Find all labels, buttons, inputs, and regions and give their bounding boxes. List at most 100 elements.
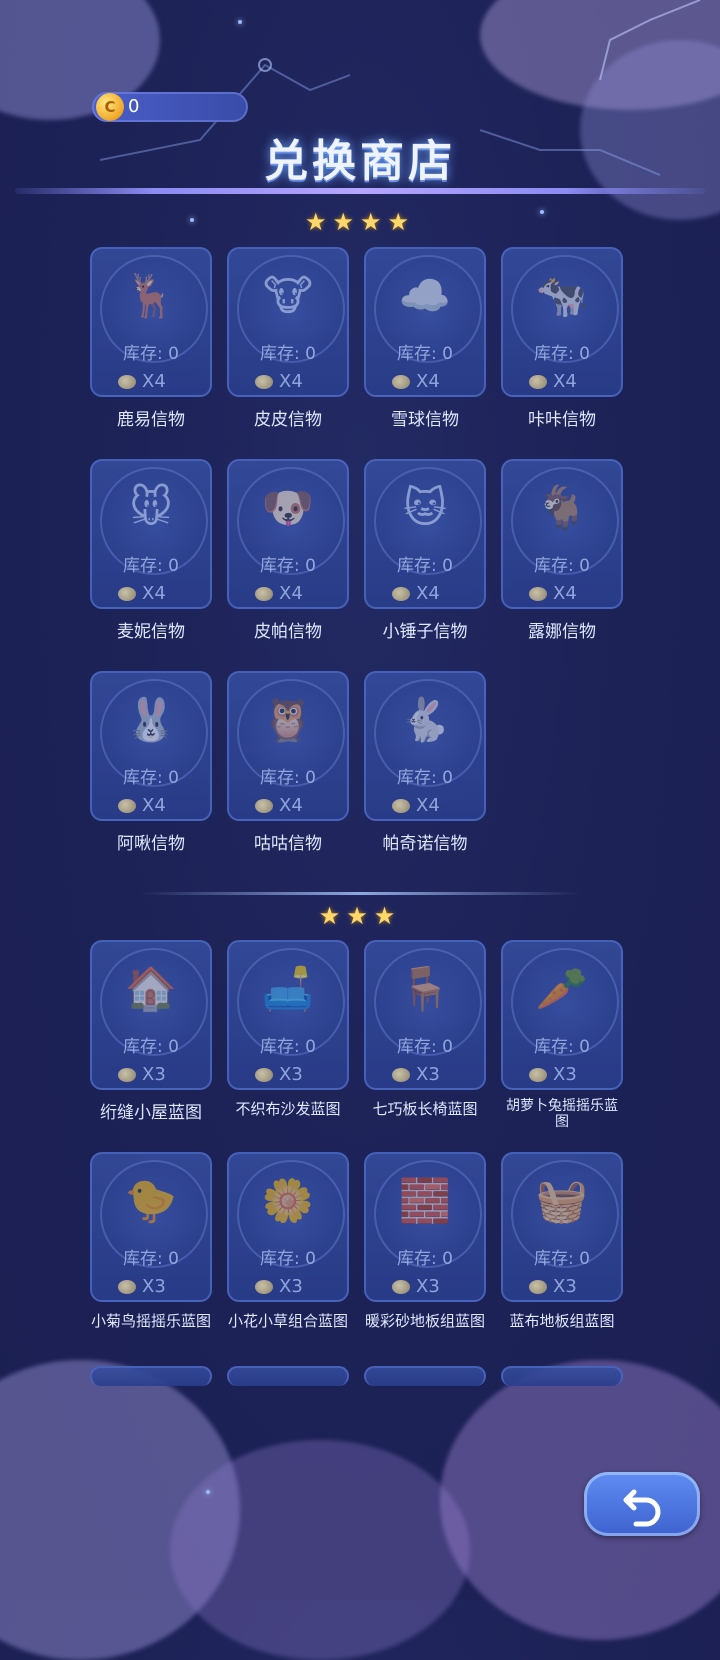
item-art-icon: ☁️ <box>398 271 452 320</box>
item-name: 蓝布地板组蓝图 <box>509 1312 615 1330</box>
item-card[interactable]: 🧺 库存: 0 X3 <box>501 1152 623 1302</box>
item-name: 雪球信物 <box>391 410 459 430</box>
item-cost: X4 <box>118 795 166 816</box>
item-card[interactable]: 🐶 库存: 0 X4 <box>227 459 349 609</box>
item-card[interactable]: 🐱 库存: 0 X4 <box>364 459 486 609</box>
item-art-icon: 🧺 <box>535 1176 589 1225</box>
item-card[interactable]: 🧱 库存: 0 X3 <box>364 1152 486 1302</box>
item-cost: X4 <box>392 371 440 392</box>
item-name: 不织布沙发蓝图 <box>235 1100 341 1118</box>
item-name: 胡萝卜兔摇摇乐蓝图 <box>506 1098 618 1130</box>
medal-icon <box>255 799 273 813</box>
item-stock: 库存: 0 <box>260 768 316 788</box>
item-card[interactable]: 🐭 库存: 0 X4 <box>90 459 212 609</box>
item-cost-value: X3 <box>416 1064 440 1085</box>
medal-icon <box>118 1068 136 1082</box>
item-name: 帕奇诺信物 <box>382 834 468 854</box>
item-card[interactable]: 🌼 库存: 0 X3 <box>227 1152 349 1302</box>
item-cost-value: X4 <box>142 795 166 816</box>
item-card[interactable]: 🐄 库存: 0 X4 <box>501 247 623 397</box>
section-divider <box>140 892 580 895</box>
item-cost: X3 <box>392 1276 440 1297</box>
medal-icon <box>529 587 547 601</box>
item-name: 麦妮信物 <box>117 622 185 642</box>
item-art-icon: 🛋️ <box>261 964 315 1013</box>
item-stock: 库存: 0 <box>534 1037 590 1057</box>
item-cost-value: X4 <box>279 795 303 816</box>
item-cost-value: X4 <box>279 371 303 392</box>
item-card[interactable]: 🐮 库存: 0 X4 <box>227 247 349 397</box>
item-card[interactable]: 🥕 库存: 0 X3 <box>501 940 623 1090</box>
item-art-icon: 🧱 <box>398 1176 452 1225</box>
item-art-icon: 🦌 <box>124 271 178 320</box>
item-art-icon: 🐤 <box>124 1176 178 1225</box>
item-name: 七巧板长椅蓝图 <box>372 1100 478 1118</box>
item-cost: X4 <box>255 583 303 604</box>
item-name: 小锤子信物 <box>382 622 468 642</box>
item-name: 小菊鸟摇摇乐蓝图 <box>90 1312 211 1330</box>
item-card[interactable]: 🐤 库存: 0 X3 <box>90 1152 212 1302</box>
item-stock: 库存: 0 <box>123 1037 179 1057</box>
item-art-icon: 🐇 <box>398 695 452 744</box>
item-stock: 库存: 0 <box>397 344 453 364</box>
item-cost: X4 <box>392 795 440 816</box>
four-star-rating: ★★★★ <box>304 208 416 236</box>
three-star-rating: ★★★ <box>318 902 402 930</box>
item-stock: 库存: 0 <box>534 556 590 576</box>
item-cost: X4 <box>529 583 577 604</box>
item-card[interactable]: 🛋️ 库存: 0 X3 <box>227 940 349 1090</box>
item-stock: 库存: 0 <box>123 556 179 576</box>
item-art-icon: 🐰 <box>124 695 178 744</box>
item-art-icon: 🐭 <box>129 483 173 532</box>
item-cost-value: X4 <box>553 583 577 604</box>
item-card[interactable]: 🐇 库存: 0 X4 <box>364 671 486 821</box>
item-stock: 库存: 0 <box>260 344 316 364</box>
item-card[interactable]: 🦌 库存: 0 X4 <box>90 247 212 397</box>
item-card[interactable]: 🏠 库存: 0 X3 <box>90 940 212 1090</box>
item-art-icon: 🪑 <box>398 964 452 1013</box>
item-cost-value: X3 <box>416 1276 440 1297</box>
item-stock: 库存: 0 <box>397 768 453 788</box>
item-art-icon: 🥕 <box>535 964 589 1013</box>
item-card[interactable]: 🐰 库存: 0 X4 <box>90 671 212 821</box>
item-art-icon: 🐮 <box>263 271 313 320</box>
item-cost: X3 <box>529 1276 577 1297</box>
item-art-icon: 🦉 <box>261 695 315 744</box>
medal-icon <box>529 1280 547 1294</box>
item-card[interactable]: ☁️ 库存: 0 X4 <box>364 247 486 397</box>
return-arrow-icon <box>623 1489 661 1527</box>
item-name: 皮帕信物 <box>254 622 322 642</box>
medal-icon <box>255 375 273 389</box>
item-art-icon: 🐐 <box>535 483 589 532</box>
item-stock: 库存: 0 <box>397 1249 453 1269</box>
item-cost: X3 <box>118 1064 166 1085</box>
item-cost: X4 <box>255 795 303 816</box>
item-name: 咔咔信物 <box>528 410 596 430</box>
item-card[interactable]: 🪑 库存: 0 X3 <box>364 940 486 1090</box>
item-card[interactable]: 🐐 库存: 0 X4 <box>501 459 623 609</box>
item-name: 露娜信物 <box>528 622 596 642</box>
item-name: 咕咕信物 <box>254 834 322 854</box>
medal-icon <box>392 1280 410 1294</box>
item-stock: 库存: 0 <box>534 1249 590 1269</box>
item-cost-value: X4 <box>416 583 440 604</box>
item-card[interactable]: 🦉 库存: 0 X4 <box>227 671 349 821</box>
item-name: 皮皮信物 <box>254 410 322 430</box>
item-stock: 库存: 0 <box>397 556 453 576</box>
item-stock: 库存: 0 <box>123 1249 179 1269</box>
medal-icon <box>392 799 410 813</box>
item-stock: 库存: 0 <box>123 768 179 788</box>
item-cost-value: X3 <box>553 1276 577 1297</box>
medal-icon <box>529 375 547 389</box>
item-art-icon: 🐄 <box>535 271 589 320</box>
coin-balance: C 0 <box>92 92 248 122</box>
item-cost: X4 <box>118 583 166 604</box>
item-stock: 库存: 0 <box>397 1037 453 1057</box>
back-button[interactable] <box>584 1472 700 1536</box>
medal-icon <box>255 1280 273 1294</box>
medal-icon <box>529 1068 547 1082</box>
item-stock: 库存: 0 <box>260 1249 316 1269</box>
coin-icon: C <box>96 93 124 121</box>
item-art-icon: 🏠 <box>124 964 178 1013</box>
item-cost-value: X4 <box>142 583 166 604</box>
